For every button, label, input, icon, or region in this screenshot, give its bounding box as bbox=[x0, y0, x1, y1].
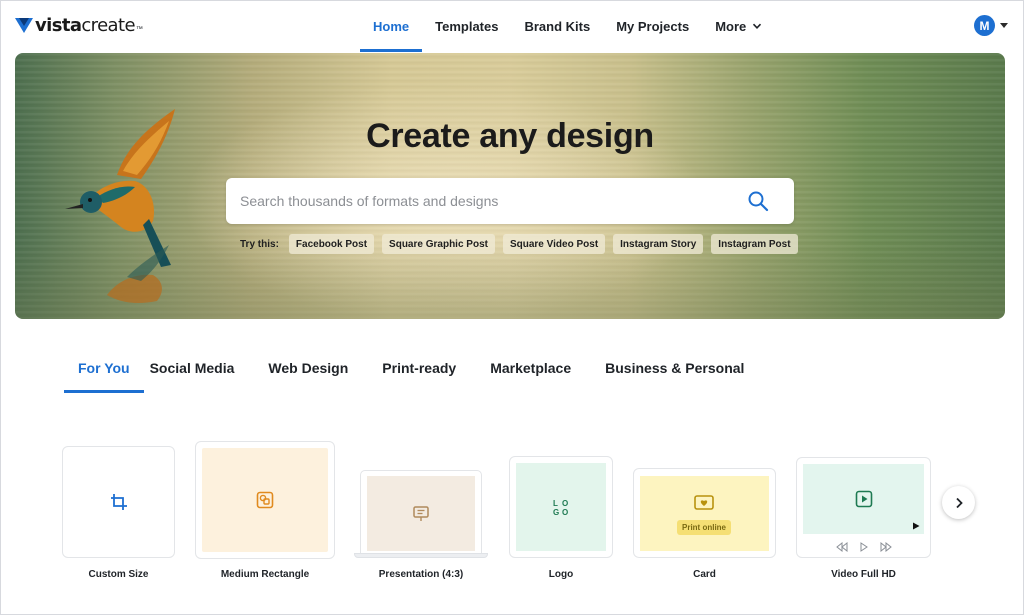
svg-text:O: O bbox=[562, 508, 568, 516]
card-preview bbox=[367, 476, 475, 551]
card-thumbnail[interactable] bbox=[360, 470, 482, 555]
tab-web-design[interactable]: Web Design bbox=[268, 345, 362, 391]
heart-card-icon bbox=[694, 495, 714, 510]
tab-print-ready[interactable]: Print-ready bbox=[382, 345, 470, 391]
nav-label: My Projects bbox=[616, 18, 690, 34]
hero-banner: Create any design Try this: Facebook Pos… bbox=[15, 53, 1005, 319]
logo-letters-icon: L O G O bbox=[553, 499, 568, 516]
nav-item-home[interactable]: Home bbox=[360, 0, 423, 52]
nav-label: Brand Kits bbox=[524, 18, 591, 34]
nav-item-templates[interactable]: Templates bbox=[422, 0, 511, 52]
video-controls-icon bbox=[836, 542, 892, 552]
nav-item-brand-kits[interactable]: Brand Kits bbox=[511, 0, 603, 52]
card-label: Logo bbox=[548, 569, 574, 580]
image-shapes-icon bbox=[256, 491, 274, 509]
nav-label: Home bbox=[373, 18, 410, 34]
card-thumbnail[interactable]: Print online bbox=[633, 468, 776, 558]
card-thumbnail[interactable] bbox=[195, 441, 335, 559]
search-bar[interactable] bbox=[226, 178, 794, 224]
card-preview bbox=[202, 448, 328, 552]
search-input[interactable] bbox=[240, 193, 747, 209]
svg-text:O: O bbox=[562, 499, 568, 508]
suggestion-chip-square-video-post[interactable]: Square Video Post bbox=[502, 234, 606, 254]
card-label: Custom Size bbox=[88, 569, 149, 580]
svg-text:G: G bbox=[553, 508, 559, 516]
presentation-icon bbox=[413, 505, 429, 521]
card-label: Medium Rectangle bbox=[220, 569, 310, 580]
chevron-right-icon bbox=[955, 497, 963, 508]
svg-text:L: L bbox=[553, 499, 558, 508]
user-avatar[interactable]: M bbox=[974, 15, 995, 36]
tab-business-personal[interactable]: Business & Personal bbox=[605, 345, 758, 391]
crop-icon bbox=[110, 494, 127, 510]
category-tabs: For You Social Media Web Design Print-re… bbox=[64, 345, 778, 393]
chevron-down-icon bbox=[753, 23, 762, 29]
suggestion-chip-instagram-post[interactable]: Instagram Post bbox=[711, 234, 798, 254]
card-thumbnail[interactable]: L O G O bbox=[509, 456, 613, 558]
suggestion-chip-facebook-post[interactable]: Facebook Post bbox=[288, 234, 375, 254]
vistacreate-logo[interactable]: vistacreate ™ bbox=[14, 12, 143, 38]
tab-marketplace[interactable]: Marketplace bbox=[490, 345, 585, 391]
card-preview bbox=[803, 464, 924, 534]
search-icon[interactable] bbox=[747, 190, 769, 212]
main-nav: Home Templates Brand Kits My Projects Mo… bbox=[360, 0, 775, 52]
card-label: Presentation (4:3) bbox=[378, 569, 464, 580]
try-this-label: Try this: bbox=[240, 238, 279, 250]
nav-label: More bbox=[715, 18, 747, 34]
avatar-initial: M bbox=[979, 18, 990, 33]
card-thumbnail[interactable] bbox=[62, 446, 175, 558]
laptop-base bbox=[354, 553, 488, 558]
play-icon bbox=[855, 490, 872, 508]
nav-label: Templates bbox=[435, 18, 499, 34]
card-inner bbox=[63, 447, 174, 557]
tab-social-media[interactable]: Social Media bbox=[150, 345, 249, 391]
nav-item-my-projects[interactable]: My Projects bbox=[603, 0, 702, 52]
card-thumbnail[interactable] bbox=[796, 457, 931, 558]
suggestion-chip-square-graphic-post[interactable]: Square Graphic Post bbox=[382, 234, 495, 254]
nav-item-more[interactable]: More bbox=[702, 0, 775, 52]
account-menu-caret-icon[interactable] bbox=[1000, 23, 1008, 28]
tab-for-you[interactable]: For You bbox=[64, 345, 144, 393]
logo-mark-icon bbox=[15, 18, 33, 33]
carousel-next-button[interactable] bbox=[942, 486, 975, 519]
card-label: Card bbox=[693, 569, 716, 580]
card-label: Video Full HD bbox=[831, 569, 896, 580]
suggestion-row: Try this: Facebook Post Square Graphic P… bbox=[240, 234, 806, 254]
card-preview: Print online bbox=[640, 476, 769, 551]
print-online-badge: Print online bbox=[677, 520, 731, 535]
card-preview: L O G O bbox=[516, 463, 606, 551]
logo-trademark: ™ bbox=[135, 26, 143, 33]
suggestion-chip-instagram-story[interactable]: Instagram Story bbox=[613, 234, 704, 254]
corner-play-icon bbox=[913, 522, 920, 530]
hero-title: Create any design bbox=[366, 117, 654, 155]
logo-text: vistacreate bbox=[35, 14, 136, 36]
